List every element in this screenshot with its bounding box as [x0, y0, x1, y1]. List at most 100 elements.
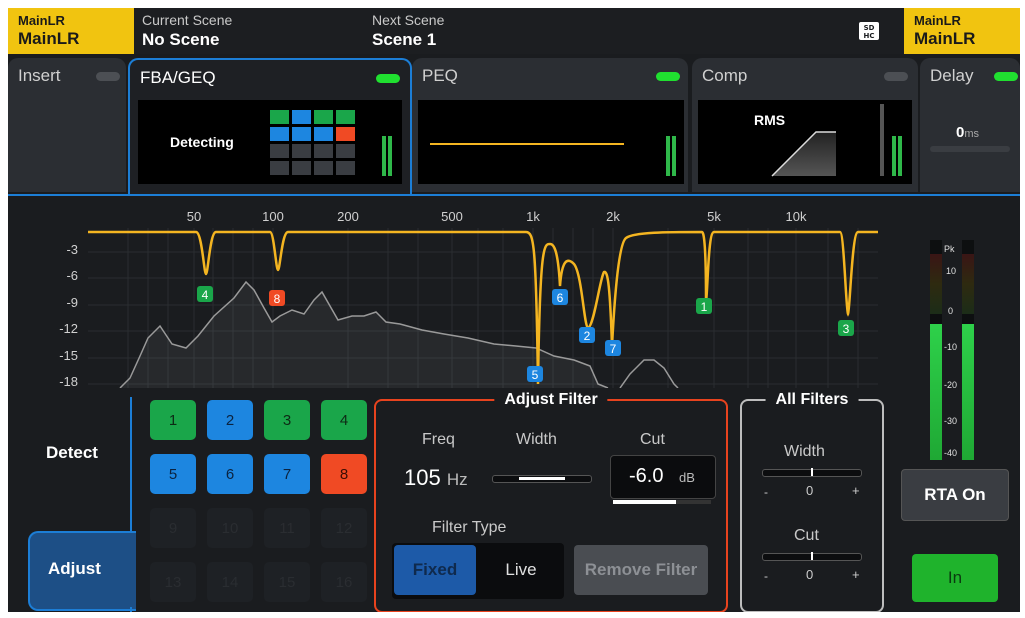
filter-cell-12[interactable]: 12 [321, 508, 367, 548]
notch-marker-label: 7 [610, 342, 617, 356]
delay-status-led [994, 72, 1018, 81]
all-cut-plus[interactable]: + [852, 567, 860, 582]
freq-value-display[interactable]: 105 Hz [404, 465, 468, 491]
mini-filter-16 [336, 161, 355, 175]
filter-cell-4[interactable]: 4 [321, 400, 367, 440]
cut-value: -6.0 [629, 465, 664, 487]
insert-status-led [96, 72, 120, 81]
top-bar: MainLR MainLR Current Scene No Scene Nex… [8, 8, 1020, 54]
current-scene-value: No Scene [142, 30, 220, 49]
remove-filter-button[interactable]: Remove Filter [574, 545, 708, 595]
output-meter-left [930, 240, 942, 460]
all-filters-panel: All Filters Width - 0 + Cut - 0 + [740, 391, 884, 612]
all-cut-minus[interactable]: - [764, 569, 768, 583]
tab-peq-label: PEQ [422, 66, 458, 85]
left-bus-line1: MainLR [18, 13, 65, 28]
tab-peq[interactable]: PEQ [412, 58, 688, 192]
app-window: MainLR MainLR Current Scene No Scene Nex… [8, 8, 1020, 612]
mode-divider-top [130, 397, 132, 533]
filter-cell-5[interactable]: 5 [150, 454, 196, 494]
fba-preview-screen: Detecting [138, 100, 402, 184]
mini-filter-11 [314, 144, 333, 158]
filter-cell-9[interactable]: 9 [150, 508, 196, 548]
width-label: Width [516, 431, 557, 448]
in-button[interactable]: In [912, 554, 998, 602]
fixed-type-button[interactable]: Fixed [394, 545, 476, 595]
filter-cell-7[interactable]: 7 [264, 454, 310, 494]
meter-scale-label: 10 [946, 266, 957, 276]
adjust-filter-panel: Adjust Filter Freq Width Cut 105 Hz -6.0… [374, 391, 728, 612]
x-label: 50 [186, 209, 202, 224]
mini-filter-10 [292, 144, 311, 158]
tab-fba-geq[interactable]: FBA/GEQ Detecting [128, 58, 412, 194]
x-label: 2k [606, 209, 620, 224]
filter-cell-2[interactable]: 2 [207, 400, 253, 440]
cut-bar-track [613, 500, 711, 504]
comp-status-led [884, 72, 908, 81]
meter-headroom [930, 254, 942, 314]
cut-value-display[interactable]: -6.0 dB [610, 455, 716, 504]
adjust-filter-title: Adjust Filter [494, 391, 608, 409]
meter-headroom [962, 254, 974, 314]
eq-graph-canvas[interactable]: 4 8 6 2 7 5 1 3 [8, 198, 898, 388]
meter-scale-label: -10 [944, 342, 958, 352]
meter-level-fill [930, 323, 942, 460]
cut-bar-fill [613, 500, 676, 504]
next-scene[interactable]: Next Scene Scene 1 [372, 12, 444, 50]
rta-on-button[interactable]: RTA On [901, 469, 1009, 521]
comp-meter-left [892, 136, 896, 176]
output-meter: Pk 10 0 -10 -20 -30 -40 [930, 240, 980, 462]
all-cut-label: Cut [794, 527, 819, 544]
tab-insert-label: Insert [18, 66, 61, 85]
filter-cell-11[interactable]: 11 [264, 508, 310, 548]
processing-tabs: Insert FBA/GEQ Detecting PEQ Comp RMS De… [8, 58, 1020, 198]
y-label: -15 [59, 348, 78, 363]
filter-cell-14[interactable]: 14 [207, 562, 253, 602]
right-bus-selector[interactable]: MainLR MainLR [904, 8, 1020, 54]
delay-unit: ms [964, 128, 980, 140]
current-scene[interactable]: Current Scene No Scene [142, 12, 232, 50]
x-label: 100 [262, 209, 284, 224]
tab-comp[interactable]: Comp RMS [692, 58, 918, 192]
tab-fba-geq-label: FBA/GEQ [140, 68, 216, 87]
all-cut-slider[interactable] [762, 552, 862, 561]
all-width-plus[interactable]: + [852, 483, 860, 498]
delay-slider[interactable] [930, 146, 1010, 152]
all-width-slider[interactable] [762, 468, 862, 477]
right-bus-line2: MainLR [914, 29, 976, 48]
filter-cell-8[interactable]: 8 [321, 454, 367, 494]
filter-cell-15[interactable]: 15 [264, 562, 310, 602]
tab-delay[interactable]: Delay 0ms [920, 58, 1020, 192]
left-bus-selector[interactable]: MainLR MainLR [8, 8, 134, 54]
filter-cell-10[interactable]: 10 [207, 508, 253, 548]
filter-cell-16[interactable]: 16 [321, 562, 367, 602]
y-label: -6 [66, 268, 78, 283]
mode-selector: Detect Adjust [26, 393, 138, 612]
y-label: -9 [66, 295, 78, 310]
detect-mode-button[interactable]: Detect [26, 421, 130, 491]
filter-cell-13[interactable]: 13 [150, 562, 196, 602]
peq-meter-left [666, 136, 670, 176]
x-label: 1k [526, 209, 540, 224]
filter-cell-3[interactable]: 3 [264, 400, 310, 440]
filter-cell-6[interactable]: 6 [207, 454, 253, 494]
all-width-minus[interactable]: - [764, 485, 768, 499]
mini-filter-15 [314, 161, 333, 175]
filter-type-toggle: Fixed Live [392, 543, 564, 599]
adjust-mode-button[interactable]: Adjust [28, 531, 136, 611]
detecting-text: Detecting [170, 134, 234, 150]
freq-label: Freq [422, 431, 455, 448]
sd-card-icon: SD HC [859, 22, 879, 40]
eq-graph[interactable]: 48627513 50 100 200 500 1k 2k 5k 10k -3 … [8, 198, 1020, 389]
tab-insert[interactable]: Insert [8, 58, 126, 192]
x-label: 500 [441, 209, 463, 224]
y-label: -12 [59, 321, 78, 336]
peq-flat-curve [430, 143, 624, 145]
notch-marker-label: 8 [274, 292, 281, 306]
next-scene-label: Next Scene [372, 12, 445, 28]
live-type-button[interactable]: Live [480, 545, 562, 595]
notch-marker-label: 6 [557, 291, 564, 305]
width-slider[interactable] [492, 475, 592, 483]
mini-filter-6 [292, 127, 311, 141]
filter-cell-1[interactable]: 1 [150, 400, 196, 440]
